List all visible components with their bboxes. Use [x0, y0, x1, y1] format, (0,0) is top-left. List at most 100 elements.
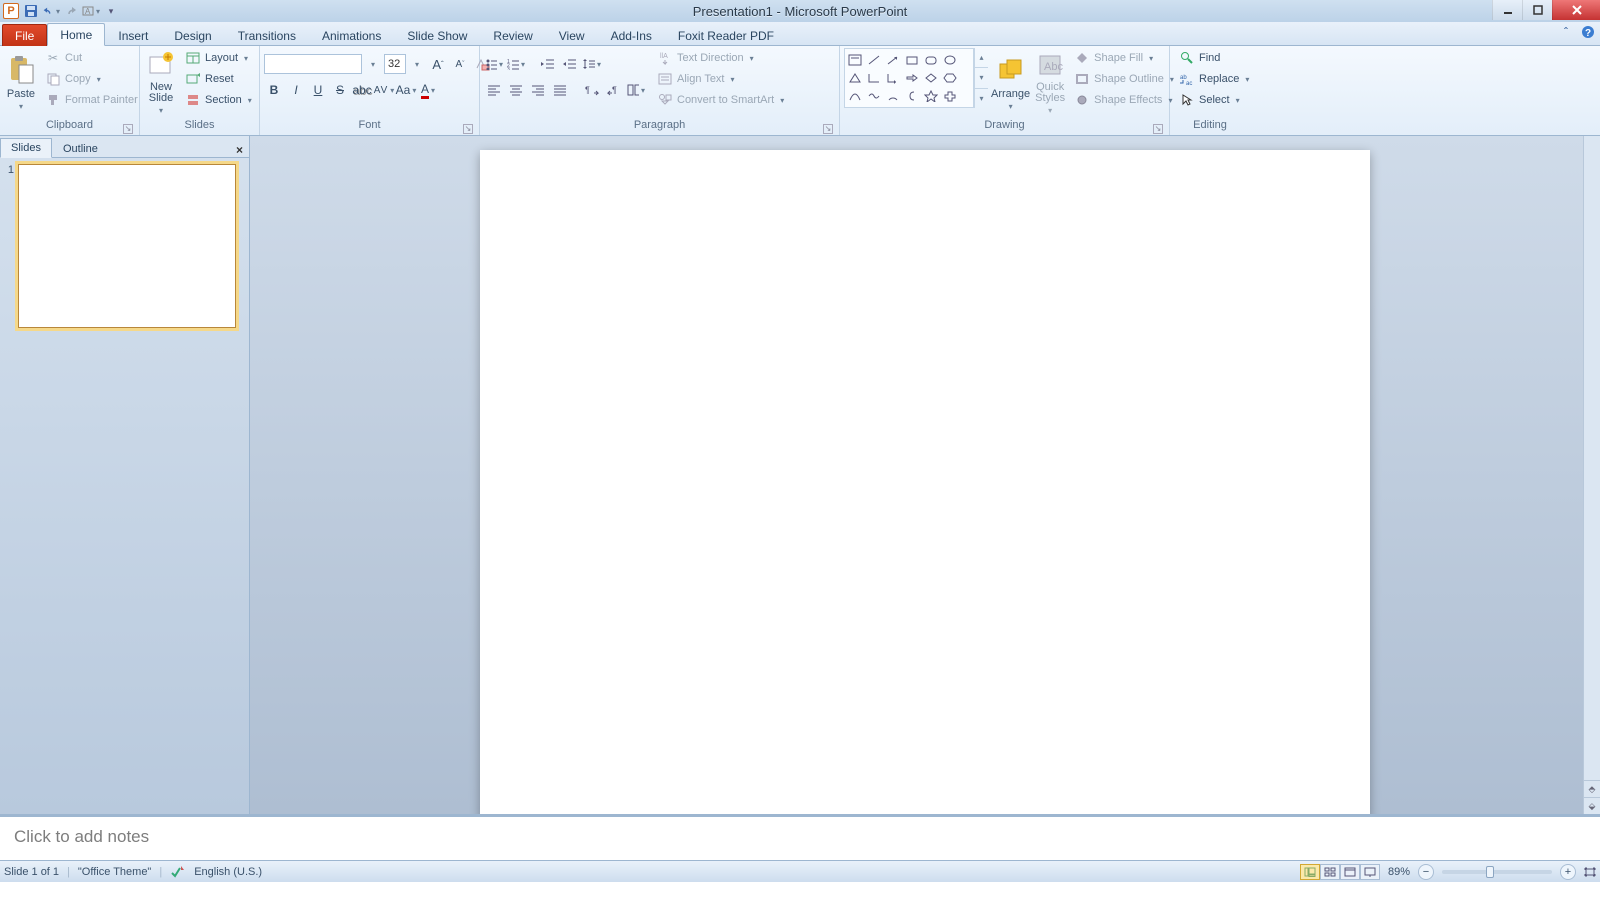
find-button[interactable]: Find	[1174, 48, 1254, 68]
close-button[interactable]	[1552, 0, 1600, 20]
shapes-gallery[interactable]	[844, 48, 974, 108]
section-button[interactable]: Section	[180, 90, 257, 110]
shape-brace-icon[interactable]	[904, 90, 919, 103]
drawing-launcher-icon[interactable]: ↘	[1153, 124, 1163, 134]
smartart-button[interactable]: Convert to SmartArt	[652, 90, 789, 110]
shadow-icon[interactable]: abc	[352, 80, 372, 100]
align-center-icon[interactable]	[506, 80, 526, 100]
tab-home[interactable]: Home	[47, 23, 105, 46]
shape-diamond-icon[interactable]	[923, 72, 938, 85]
redo-icon[interactable]	[62, 2, 80, 20]
shape-fill-button[interactable]: Shape Fill	[1069, 48, 1179, 68]
tab-design[interactable]: Design	[161, 24, 224, 46]
shape-star-icon[interactable]	[923, 90, 938, 103]
bold-icon[interactable]: B	[264, 80, 284, 100]
shape-effects-button[interactable]: Shape Effects	[1069, 90, 1179, 110]
status-lang[interactable]: English (U.S.)	[194, 866, 262, 878]
align-right-icon[interactable]	[528, 80, 548, 100]
shrink-font-icon[interactable]: Aˇ	[450, 54, 470, 74]
shape-arc-icon[interactable]	[885, 90, 900, 103]
clipboard-launcher-icon[interactable]: ↘	[123, 124, 133, 134]
rtl-icon[interactable]: ¶	[604, 80, 624, 100]
shape-oval-icon[interactable]	[942, 54, 957, 67]
fit-window-icon[interactable]	[1584, 867, 1596, 877]
sorter-view-icon[interactable]	[1320, 864, 1340, 880]
shape-curve-icon[interactable]	[847, 90, 862, 103]
format-painter-button[interactable]: Format Painter	[40, 90, 143, 110]
shape-triangle-icon[interactable]	[847, 72, 862, 85]
reset-button[interactable]: Reset	[180, 69, 257, 89]
shape-outline-button[interactable]: Shape Outline	[1069, 69, 1179, 89]
reading-view-icon[interactable]	[1340, 864, 1360, 880]
shape-line-icon[interactable]	[866, 54, 881, 67]
slide-editor[interactable]: ⬘⬙	[250, 136, 1600, 814]
cut-button[interactable]: ✂Cut	[40, 48, 143, 68]
font-name-dropdown[interactable]	[362, 54, 382, 74]
decrease-indent-icon[interactable]	[538, 54, 558, 74]
slides-tab[interactable]: Slides	[0, 138, 52, 158]
maximize-button[interactable]	[1522, 0, 1552, 20]
font-launcher-icon[interactable]: ↘	[463, 124, 473, 134]
shape-rect-icon[interactable]	[904, 54, 919, 67]
shape-hex-icon[interactable]	[942, 72, 957, 85]
text-direction-button[interactable]: llAText Direction	[652, 48, 789, 68]
tab-file[interactable]: File	[2, 24, 47, 46]
replace-button[interactable]: abacReplace	[1174, 69, 1254, 89]
shape-arrow-icon[interactable]	[885, 54, 900, 67]
tab-review[interactable]: Review	[480, 24, 545, 46]
outline-tab[interactable]: Outline	[52, 139, 109, 158]
minimize-ribbon-icon[interactable]: ˆ	[1558, 24, 1574, 40]
grow-font-icon[interactable]: Aˆ	[428, 54, 448, 74]
tab-insert[interactable]: Insert	[105, 24, 161, 46]
shape-elbow-arrow-icon[interactable]	[885, 72, 900, 85]
tab-transitions[interactable]: Transitions	[225, 24, 309, 46]
shape-elbow-icon[interactable]	[866, 72, 881, 85]
slide-canvas[interactable]	[480, 150, 1370, 814]
columns-icon[interactable]	[626, 80, 646, 100]
justify-icon[interactable]	[550, 80, 570, 100]
shape-connector-icon[interactable]	[866, 90, 881, 103]
layout-button[interactable]: Layout	[180, 48, 257, 68]
shape-plus-icon[interactable]	[942, 90, 957, 103]
tab-addins[interactable]: Add-Ins	[598, 24, 665, 46]
shape-textbox-icon[interactable]	[847, 54, 862, 67]
italic-icon[interactable]: I	[286, 80, 306, 100]
select-button[interactable]: Select	[1174, 90, 1254, 110]
shape-block-arrow-icon[interactable]	[904, 72, 919, 85]
font-size-input[interactable]	[384, 54, 406, 74]
underline-icon[interactable]: U	[308, 80, 328, 100]
zoom-slider[interactable]	[1442, 870, 1552, 874]
qat-customize-icon[interactable]: ▾	[102, 2, 120, 20]
arrange-button[interactable]: Arrange▾	[990, 48, 1031, 116]
char-spacing-icon[interactable]: AV	[374, 80, 394, 100]
numbering-icon[interactable]: 123	[506, 54, 526, 74]
font-name-input[interactable]	[264, 54, 362, 74]
shape-roundrect-icon[interactable]	[923, 54, 938, 67]
normal-view-icon[interactable]	[1300, 864, 1320, 880]
increase-indent-icon[interactable]	[560, 54, 580, 74]
zoom-thumb[interactable]	[1486, 866, 1494, 878]
quick-styles-button[interactable]: Abc Quick Styles▾	[1033, 48, 1067, 116]
spellcheck-icon[interactable]	[170, 865, 186, 879]
ltr-icon[interactable]: ¶	[582, 80, 602, 100]
slide-thumbnail[interactable]: 1	[4, 164, 245, 328]
help-icon[interactable]: ?	[1580, 24, 1596, 40]
tab-animations[interactable]: Animations	[309, 24, 394, 46]
strike-icon[interactable]: S	[330, 80, 350, 100]
thumbnail-list[interactable]: 1	[0, 158, 249, 814]
bullets-icon[interactable]	[484, 54, 504, 74]
tab-foxit[interactable]: Foxit Reader PDF	[665, 24, 787, 46]
vertical-scrollbar[interactable]: ⬘⬙	[1583, 136, 1600, 814]
align-left-icon[interactable]	[484, 80, 504, 100]
font-color-icon[interactable]: A	[418, 80, 438, 100]
app-icon[interactable]: P	[2, 2, 20, 20]
tab-view[interactable]: View	[546, 24, 598, 46]
font-size-dropdown[interactable]	[406, 54, 426, 74]
save-icon[interactable]	[22, 2, 40, 20]
tab-slideshow[interactable]: Slide Show	[394, 24, 480, 46]
slideshow-view-icon[interactable]	[1360, 864, 1380, 880]
shapes-gallery-scroll[interactable]: ▴▾▾	[974, 48, 988, 108]
zoom-out-icon[interactable]: −	[1418, 864, 1434, 880]
line-spacing-icon[interactable]	[582, 54, 602, 74]
paste-button[interactable]: Paste ▾	[4, 48, 38, 116]
